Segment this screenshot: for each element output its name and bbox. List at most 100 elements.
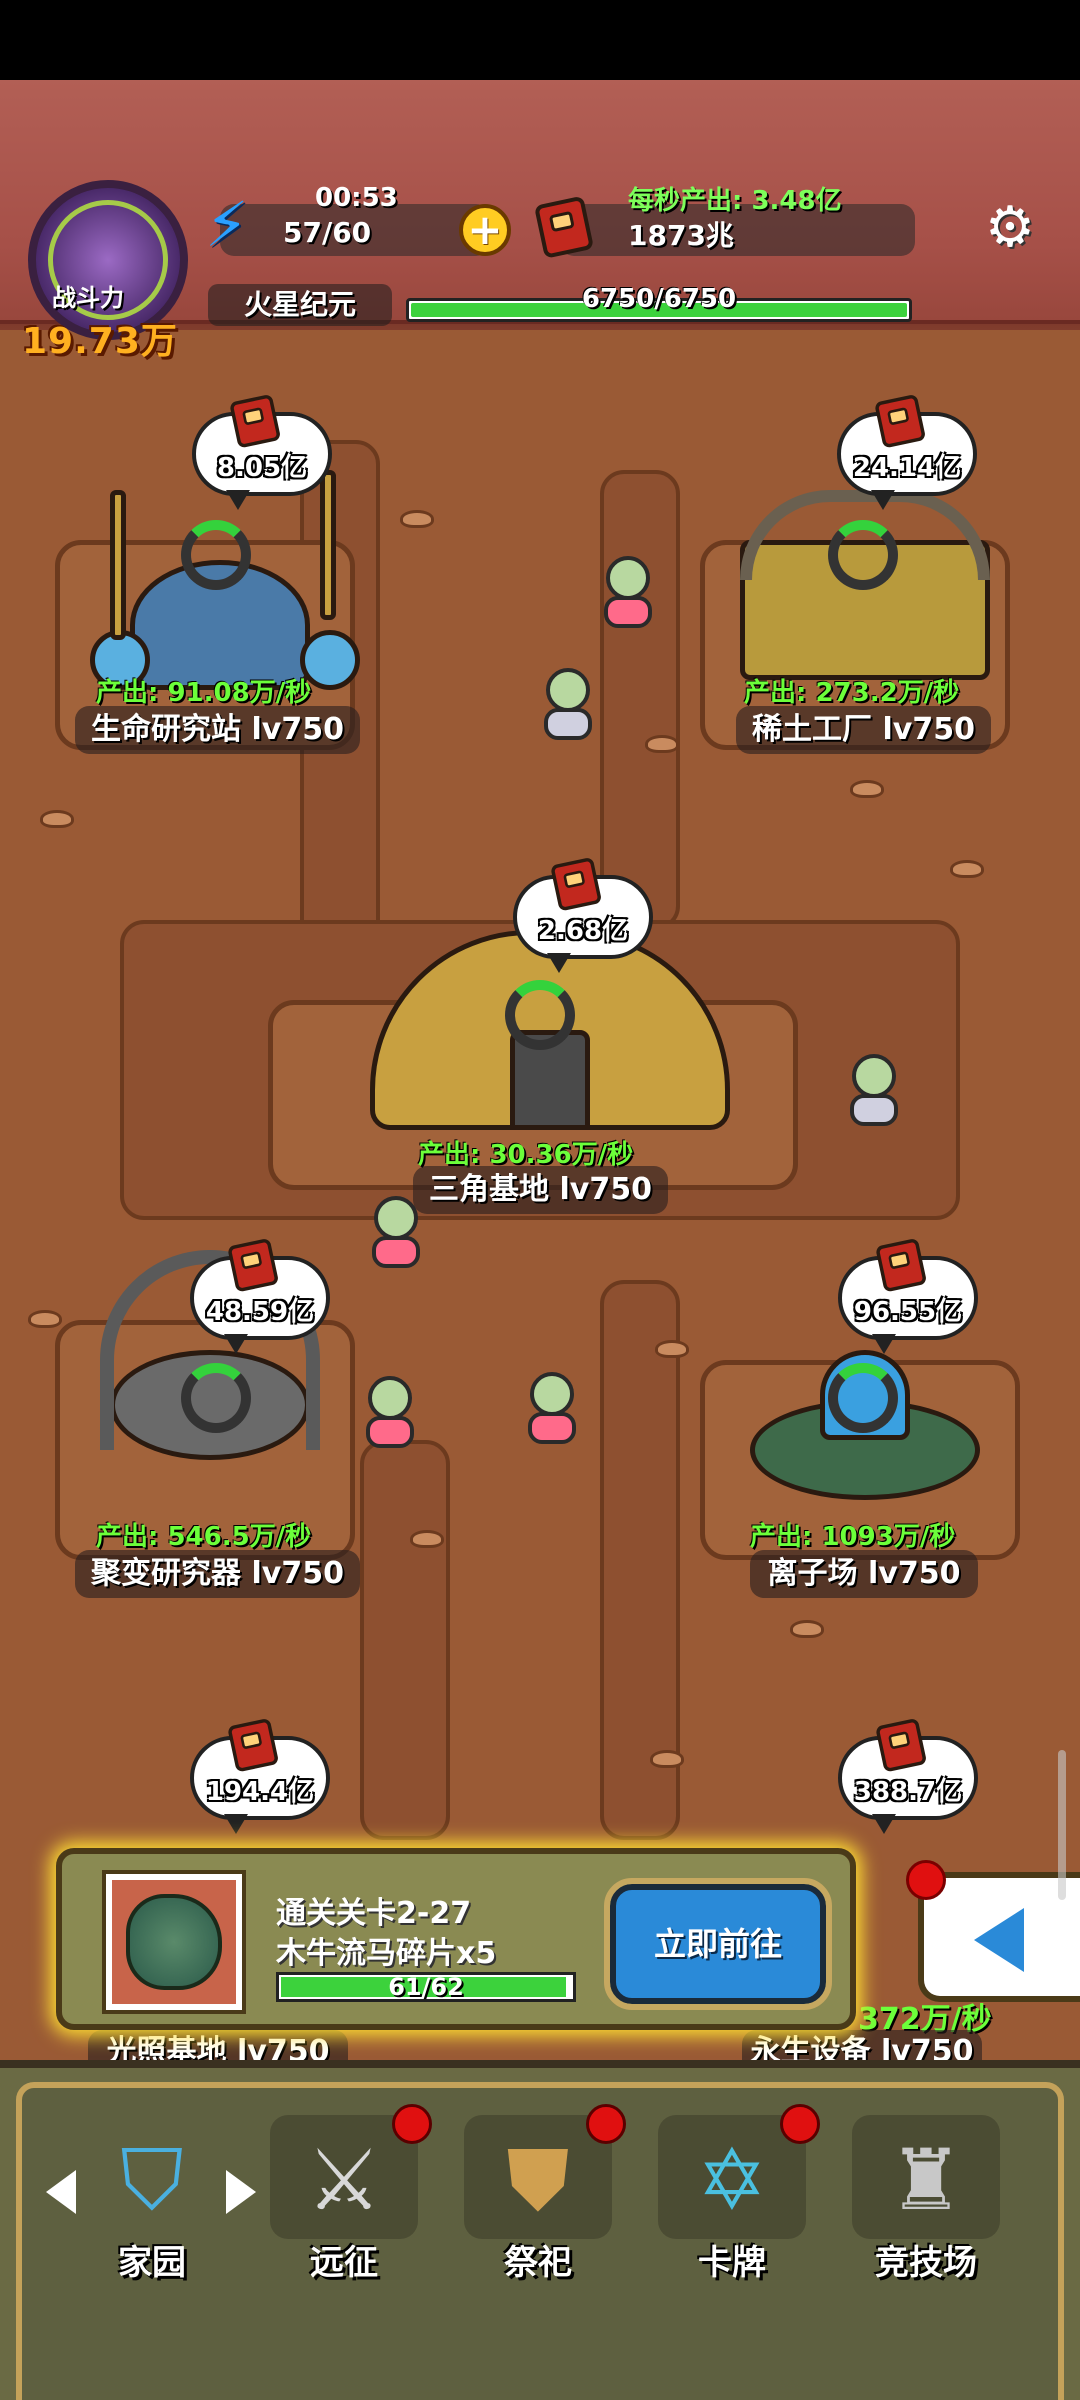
lightning-icon: ⚡ — [205, 188, 249, 261]
add-energy-button[interactable]: + — [459, 204, 511, 256]
rock — [950, 860, 984, 878]
nav-label: 卡牌 — [698, 2243, 766, 2283]
shield-banner-icon: ⛉ — [120, 2131, 184, 2229]
cards-icon: ✡ — [696, 2131, 768, 2229]
combat-power-label: 战斗力 — [52, 284, 124, 312]
red-book-icon — [876, 1239, 926, 1292]
alien-worker — [524, 1372, 580, 1452]
alien-body — [604, 596, 652, 628]
alien-head — [368, 1376, 412, 1420]
alien-body — [372, 1236, 420, 1268]
era-name: 火星纪元 — [208, 284, 392, 326]
alien-body — [850, 1094, 898, 1126]
book-total-value: 1873兆 — [628, 219, 734, 252]
production-bubble[interactable]: 2.68亿 — [513, 858, 653, 973]
alien-worker — [368, 1196, 424, 1276]
alien-body — [544, 708, 592, 740]
nav-sacrifice[interactable]: ⛊ 祭祀 — [464, 2115, 612, 2283]
building-output: 产出: 91.08万/秒 — [96, 678, 312, 708]
wooden-ox-icon — [126, 1894, 222, 1990]
alien-worker — [600, 556, 656, 636]
alien-worker — [540, 668, 596, 748]
building-name-tag: 生命研究站 lv750 — [75, 706, 360, 754]
building-output: 产出: 546.5万/秒 — [96, 1522, 312, 1552]
production-bubble[interactable]: 388.7亿 — [838, 1719, 978, 1834]
red-book-icon — [230, 395, 280, 448]
red-book-icon — [551, 858, 601, 911]
nav-label: 祭祀 — [504, 2243, 572, 2283]
quest-title: 通关关卡2-27 — [276, 1896, 472, 1931]
horn-icon: ♜ — [888, 2131, 964, 2229]
notification-dot — [586, 2104, 626, 2144]
building-output: 产出: 273.2万/秒 — [744, 678, 960, 708]
nav-label: 远征 — [310, 2243, 378, 2283]
production-progress-ring — [505, 980, 575, 1050]
settings-gear-icon[interactable]: ⚙ — [982, 200, 1038, 256]
bubble-value: 8.05亿 — [216, 453, 308, 483]
nav-prev-arrow-icon[interactable] — [46, 2170, 76, 2214]
rock — [655, 1340, 689, 1358]
era-progress-text: 6750/6750 — [581, 284, 737, 314]
red-book-icon — [535, 197, 593, 258]
alien-body — [528, 1412, 576, 1444]
bubble-value: 2.68亿 — [537, 916, 629, 946]
production-bubble[interactable]: 48.59亿 — [190, 1239, 330, 1354]
nav-home[interactable]: ⛉ 家园 — [78, 2115, 226, 2283]
rock — [790, 1620, 824, 1638]
rock — [40, 810, 74, 828]
alien-body — [366, 1416, 414, 1448]
dirt-path — [360, 1440, 450, 1840]
rock — [400, 510, 434, 528]
energy-timer: 00:53 — [315, 183, 398, 213]
nav-arena[interactable]: ♜ 竞技场 — [852, 2115, 1000, 2283]
nav-label: 竞技场 — [875, 2243, 977, 2283]
quest-reward: 木牛流马碎片x5 — [276, 1936, 497, 1971]
building-name-tag: 三角基地 lv750 — [413, 1166, 668, 1214]
production-progress-ring — [828, 1363, 898, 1433]
bubble-value: 388.7亿 — [853, 1777, 963, 1807]
production-bubble[interactable]: 24.14亿 — [837, 395, 977, 510]
combat-power-value: 19.73万 — [22, 321, 178, 362]
production-bubble[interactable]: 96.55亿 — [838, 1239, 978, 1354]
red-book-icon — [228, 1239, 278, 1292]
building-name-tag: 离子场 lv750 — [750, 1550, 978, 1598]
quest-reward-thumbnail — [102, 1870, 246, 2014]
rock — [28, 1310, 62, 1328]
production-progress-ring — [181, 520, 251, 590]
alien-head — [606, 556, 650, 600]
nav-cards[interactable]: ✡ 卡牌 — [658, 2115, 806, 2283]
alien-head — [374, 1196, 418, 1240]
status-bar — [0, 0, 1080, 80]
income-per-second: 每秒产出: 3.48亿 — [628, 186, 842, 216]
building-output: 产出: 1093万/秒 — [750, 1522, 956, 1552]
quest-panel[interactable]: 通关关卡2-27 木牛流马碎片x5 61/62 立即前往 — [56, 1848, 856, 2030]
rock — [650, 1750, 684, 1768]
alien-head — [546, 668, 590, 712]
red-book-icon — [875, 395, 925, 448]
bubble-value: 96.55亿 — [853, 1297, 963, 1327]
bubble-value: 48.59亿 — [205, 1297, 315, 1327]
go-now-button[interactable]: 立即前往 — [604, 1878, 832, 2010]
altar-shield-icon: ⛊ — [506, 2131, 570, 2229]
bubble-value: 194.4亿 — [205, 1777, 315, 1807]
rock — [850, 780, 884, 798]
red-book-icon — [876, 1719, 926, 1772]
building-name-tag: 聚变研究器 lv750 — [75, 1550, 360, 1598]
nav-next-arrow-icon[interactable] — [226, 2170, 256, 2214]
notification-dot — [780, 2104, 820, 2144]
notification-dot — [906, 1860, 946, 1900]
bubble-value: 24.14亿 — [852, 453, 962, 483]
crossed-swords-icon: ⚔ — [306, 2131, 382, 2229]
alien-head — [530, 1372, 574, 1416]
red-book-icon — [228, 1719, 278, 1772]
production-bubble[interactable]: 194.4亿 — [190, 1719, 330, 1834]
notification-dot — [392, 2104, 432, 2144]
energy-value: 57/60 — [283, 216, 372, 249]
nav-expedition[interactable]: ⚔ 远征 — [270, 2115, 418, 2283]
scrollbar[interactable] — [1058, 1750, 1066, 1900]
rock — [645, 735, 679, 753]
arrow-left-icon — [974, 1908, 1024, 1972]
rock — [410, 1530, 444, 1548]
production-progress-ring — [181, 1363, 251, 1433]
production-bubble[interactable]: 8.05亿 — [192, 395, 332, 510]
